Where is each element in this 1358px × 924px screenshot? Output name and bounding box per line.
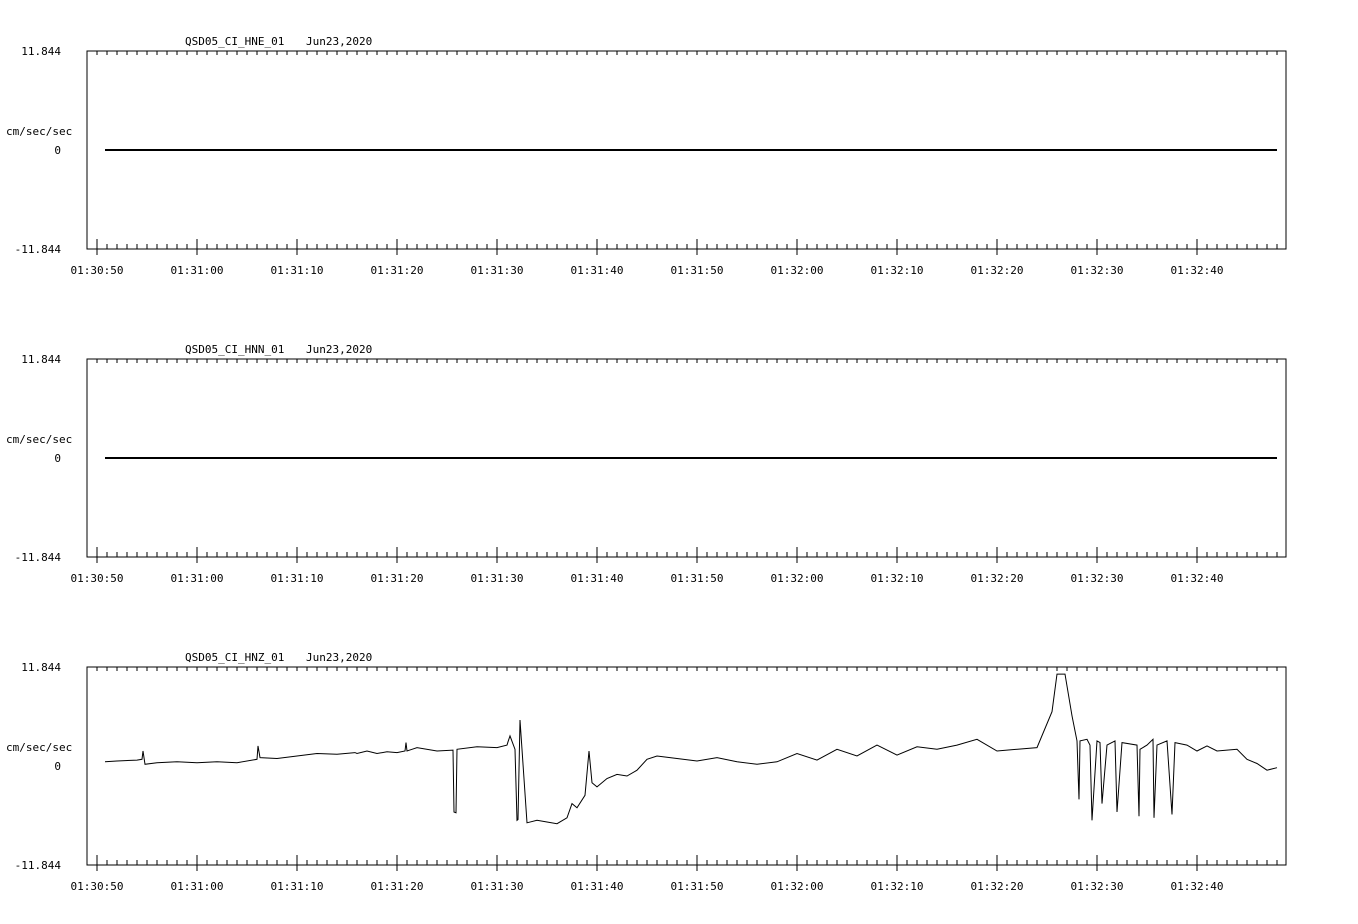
y-tick-label: 0 <box>54 144 61 157</box>
panel-date-label: Jun23,2020 <box>306 651 372 664</box>
y-axis-unit-label: cm/sec/sec <box>6 741 72 754</box>
x-tick-label: 01:31:50 <box>671 264 724 277</box>
x-tick-label: 01:30:50 <box>71 572 124 585</box>
x-tick-label: 01:31:40 <box>571 880 624 893</box>
x-tick-label: 01:32:40 <box>1171 880 1224 893</box>
panel-1: QSD05_CI_HNE_01 Jun23,2020 11.844 0 -11.844 c… <box>6 35 1287 277</box>
x-tick-label: 01:31:00 <box>171 572 224 585</box>
x-tick-label: 01:32:20 <box>971 880 1024 893</box>
x-tick-label: 01:31:30 <box>471 264 524 277</box>
y-tick-label: -11.844 <box>15 243 62 256</box>
panel-station-label: QSD05_CI_HNE_01 <box>185 35 284 48</box>
panel-station-label: QSD05_CI_HNN_01 <box>185 343 284 356</box>
x-tick-label: 01:32:40 <box>1171 572 1224 585</box>
x-tick-label: 01:31:00 <box>171 264 224 277</box>
x-tick-label: 01:32:00 <box>771 880 824 893</box>
x-tick-label: 01:32:30 <box>1071 880 1124 893</box>
x-tick-label: 01:31:20 <box>371 264 424 277</box>
x-tick-label: 01:31:50 <box>671 572 724 585</box>
panel-3: QSD05_CI_HNZ_01 Jun23,2020 11.844 0 -11.844 c… <box>6 651 1287 893</box>
x-tick-label: 01:32:00 <box>771 572 824 585</box>
x-tick-label: 01:32:30 <box>1071 572 1124 585</box>
y-axis-unit-label: cm/sec/sec <box>6 125 72 138</box>
x-tick-label: 01:30:50 <box>71 264 124 277</box>
x-tick-label: 01:31:30 <box>471 572 524 585</box>
x-tick-label: 01:31:00 <box>171 880 224 893</box>
x-tick-label: 01:32:20 <box>971 572 1024 585</box>
y-tick-label: -11.844 <box>15 859 62 872</box>
x-tick-label: 01:30:50 <box>71 880 124 893</box>
x-tick-label: 01:32:40 <box>1171 264 1224 277</box>
waveform-trace <box>104 673 1278 825</box>
x-tick-label: 01:31:10 <box>271 572 324 585</box>
x-tick-label: 01:32:10 <box>871 880 924 893</box>
y-tick-label: 0 <box>54 760 61 773</box>
x-tick-label: 01:32:10 <box>871 572 924 585</box>
x-tick-label: 01:31:30 <box>471 880 524 893</box>
x-tick-label: 01:31:40 <box>571 264 624 277</box>
y-tick-label: 0 <box>54 452 61 465</box>
x-tick-label: 01:31:20 <box>371 880 424 893</box>
x-tick-label: 01:31:40 <box>571 572 624 585</box>
panel-date-label: Jun23,2020 <box>306 343 372 356</box>
y-axis-unit-label: cm/sec/sec <box>6 433 72 446</box>
panel-2: QSD05_CI_HNN_01 Jun23,2020 11.844 0 -11.844 c… <box>6 343 1287 585</box>
x-tick-label: 01:31:10 <box>271 880 324 893</box>
x-tick-label: 01:32:20 <box>971 264 1024 277</box>
y-tick-label: -11.844 <box>15 551 62 564</box>
x-tick-label: 01:31:50 <box>671 880 724 893</box>
y-tick-label: 11.844 <box>21 661 61 674</box>
y-tick-label: 11.844 <box>21 45 61 58</box>
y-tick-label: 11.844 <box>21 353 61 366</box>
x-tick-label: 01:32:00 <box>771 264 824 277</box>
plot-frame <box>86 666 1287 866</box>
panel-station-label: QSD05_CI_HNZ_01 <box>185 651 284 664</box>
x-tick-label: 01:32:10 <box>871 264 924 277</box>
x-tick-label: 01:31:10 <box>271 264 324 277</box>
panel-date-label: Jun23,2020 <box>306 35 372 48</box>
x-tick-label: 01:31:20 <box>371 572 424 585</box>
x-tick-label: 01:32:30 <box>1071 264 1124 277</box>
seismogram-figure: QSD05_CI_HNE_01 Jun23,2020 11.844 0 -11.844 c… <box>6 35 1287 893</box>
